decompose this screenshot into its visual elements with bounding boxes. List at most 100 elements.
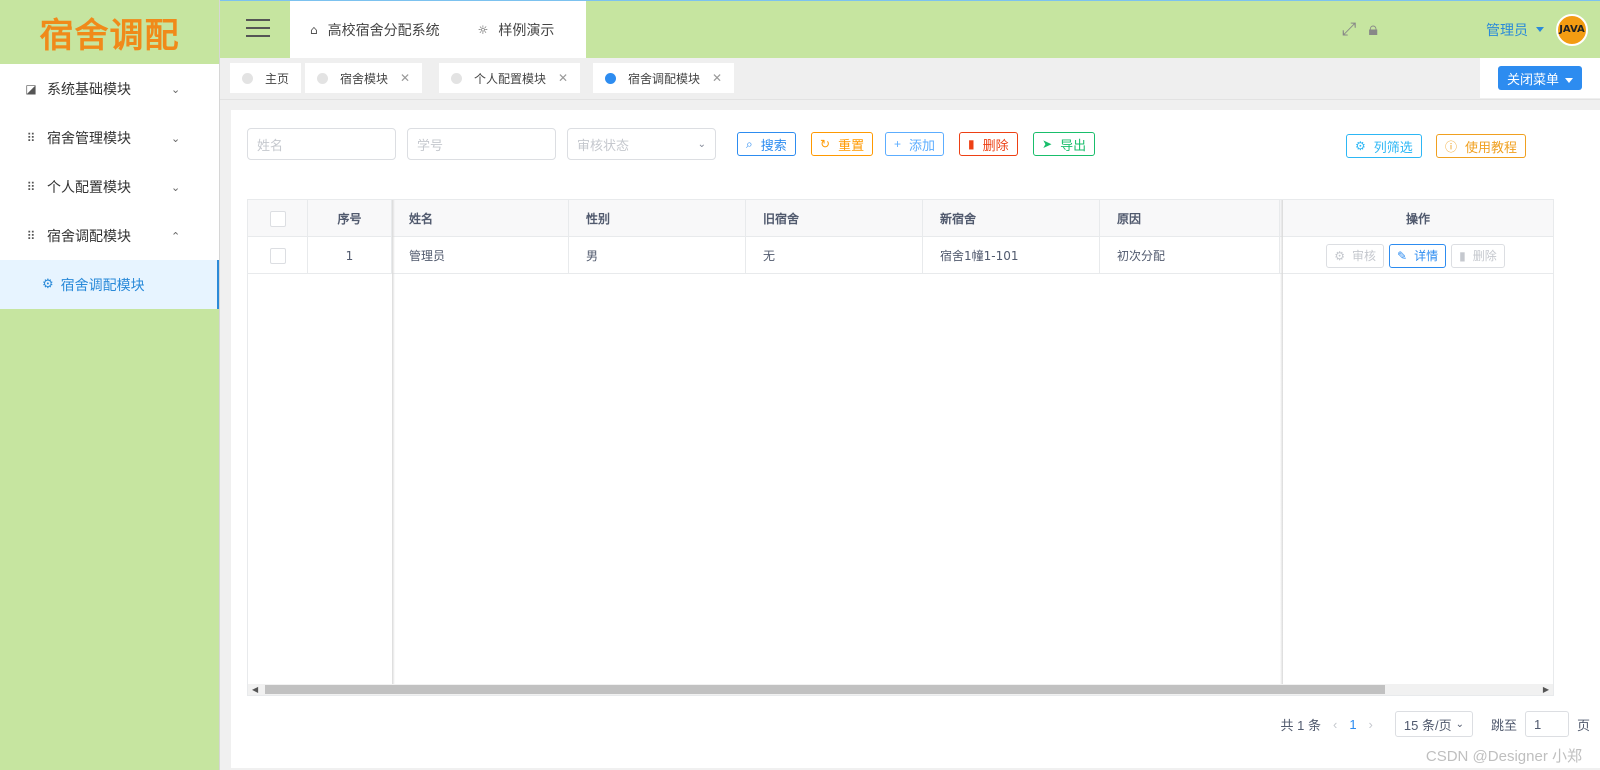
pagination: 共 1 条 ‹ 1 › 15 条/页 ⌄ 跳至 1 页 bbox=[1280, 710, 1590, 738]
cell-reason: 初次分配 bbox=[1100, 237, 1280, 274]
add-button[interactable]: + 添加 bbox=[885, 132, 945, 156]
col-reason[interactable]: 原因 bbox=[1100, 200, 1280, 237]
tab-dot-icon bbox=[317, 72, 328, 84]
page-size-select[interactable]: 15 条/页 ⌄ bbox=[1394, 711, 1473, 737]
fullscreen-icon[interactable]: ⤢ bbox=[1342, 19, 1356, 40]
page-tab-personal[interactable]: 个人配置模块 ✕ bbox=[439, 63, 581, 93]
status-select[interactable]: 审核状态 ⌄ bbox=[567, 128, 716, 160]
close-menu-wrap: 关闭菜单 bbox=[1480, 58, 1600, 98]
chevron-down-icon: ⌄ bbox=[697, 138, 706, 150]
cell-gender: 男 bbox=[569, 237, 746, 274]
chart-icon: ◪ bbox=[25, 81, 37, 96]
col-index[interactable]: 序号 bbox=[308, 200, 392, 237]
sidebar: 宿舍调配 ◪ 系统基础模块 ⌄ ⠿ 宿舍管理模块 ⌄ ⠿ 个人配置模块 ⌄ ⠿ … bbox=[0, 0, 220, 770]
trash-icon: ▮ bbox=[1459, 248, 1466, 263]
search-button[interactable]: ⌕ 搜索 bbox=[737, 132, 796, 156]
reset-button-label: 重置 bbox=[838, 137, 865, 153]
chevron-up-icon: ⌃ bbox=[171, 229, 181, 243]
select-all-checkbox[interactable] bbox=[269, 210, 286, 227]
delete-button[interactable]: ▮ 删除 bbox=[959, 132, 1018, 156]
sidebar-subitem-label: 宿舍调配模块 bbox=[60, 277, 145, 294]
chevron-down-icon: ⌄ bbox=[171, 131, 181, 145]
table-header: 序号 姓名 性别 旧宿舍 新宿舍 原因 操作 bbox=[248, 200, 1553, 237]
row-delete-button[interactable]: ▮ 删除 bbox=[1451, 243, 1505, 268]
app-logo: 宿舍调配 bbox=[39, 15, 180, 56]
caret-down-icon[interactable] bbox=[1536, 27, 1544, 32]
page-tab-label: 主页 bbox=[265, 71, 290, 86]
total-count: 共 1 条 bbox=[1280, 717, 1321, 733]
sidebar-item-dorm-adjust[interactable]: ⠿ 宿舍调配模块 ⌃ bbox=[0, 211, 219, 260]
close-menu-button[interactable]: 关闭菜单 bbox=[1497, 66, 1582, 90]
page-tab-home[interactable]: 主页 bbox=[230, 63, 302, 93]
menu-toggle-icon[interactable] bbox=[246, 19, 270, 37]
fixed-column-shadow bbox=[1280, 200, 1283, 686]
sidebar-item-label: 宿舍管理模块 bbox=[47, 130, 131, 147]
prev-page-icon[interactable]: ‹ bbox=[1333, 717, 1337, 732]
send-icon: ➤ bbox=[1042, 137, 1053, 151]
plus-icon: + bbox=[894, 137, 902, 151]
header-tab-label: 样例演示 bbox=[498, 22, 555, 39]
tutorial-button-label: 使用教程 bbox=[1465, 139, 1518, 155]
page-number-current[interactable]: 1 bbox=[1349, 717, 1356, 732]
cell-new-dorm: 宿舍1幢1-101 bbox=[923, 237, 1100, 274]
col-old-dorm[interactable]: 旧宿舍 bbox=[746, 200, 923, 237]
header-tab-label: 高校宿舍分配系统 bbox=[327, 22, 440, 39]
row-checkbox[interactable] bbox=[269, 247, 286, 264]
next-page-icon[interactable]: › bbox=[1369, 717, 1373, 732]
horizontal-scrollbar[interactable]: ◀ ▶ bbox=[248, 684, 1553, 695]
page-tab-adjust[interactable]: 宿舍调配模块 ✕ bbox=[593, 63, 735, 93]
scroll-left-icon[interactable]: ◀ bbox=[252, 684, 258, 695]
fixed-column-shadow bbox=[392, 200, 395, 686]
gear-icon: ⚙ bbox=[1355, 139, 1366, 153]
close-icon[interactable]: ✕ bbox=[400, 71, 410, 85]
column-filter-button[interactable]: ⚙ 列筛选 bbox=[1346, 134, 1422, 158]
header-right: ⤢ 🔒︎ 管理员 JAVA bbox=[1342, 1, 1600, 58]
status-select-placeholder: 审核状态 bbox=[577, 137, 630, 153]
tab-dot-icon bbox=[451, 72, 462, 84]
trash-icon: ▮ bbox=[968, 137, 975, 151]
lock-icon[interactable]: 🔒︎ bbox=[1368, 19, 1378, 40]
header-tab-demo[interactable]: ☼ 样例演示 bbox=[458, 20, 573, 40]
review-button[interactable]: ⚙ 审核 bbox=[1326, 243, 1385, 268]
detail-button[interactable]: ✎ 详情 bbox=[1389, 243, 1447, 268]
student-id-input[interactable]: 学号 bbox=[407, 128, 556, 160]
scrollbar-thumb[interactable] bbox=[265, 685, 1385, 694]
close-menu-label: 关闭菜单 bbox=[1506, 71, 1559, 87]
cell-actions: ⚙ 审核 ✎ 详情 ▮ 删除 bbox=[1283, 237, 1553, 274]
page-tab-dorm[interactable]: 宿舍模块 ✕ bbox=[305, 63, 423, 93]
col-gender[interactable]: 性别 bbox=[569, 200, 746, 237]
chevron-down-icon: ⌄ bbox=[171, 82, 181, 96]
sidebar-item-system[interactable]: ◪ 系统基础模块 ⌄ bbox=[0, 64, 219, 113]
header-tab-system[interactable]: ⌂ 高校宿舍分配系统 bbox=[290, 20, 458, 40]
col-name[interactable]: 姓名 bbox=[392, 200, 569, 237]
tutorial-button[interactable]: ⓘ 使用教程 bbox=[1436, 134, 1527, 158]
grid-icon: ⠿ bbox=[26, 130, 36, 145]
search-icon: ⌕ bbox=[746, 136, 753, 151]
cell-name: 管理员 bbox=[392, 237, 569, 274]
header-tabs: ⌂ 高校宿舍分配系统 ☼ 样例演示 bbox=[290, 1, 586, 58]
grid-icon: ⠿ bbox=[26, 228, 36, 243]
close-icon[interactable]: ✕ bbox=[712, 71, 722, 85]
content-card: 姓名 学号 审核状态 ⌄ ⌕ 搜索 ↻ 重置 + 添加 ▮ 删除 ➤ 导出 ⚙ … bbox=[231, 110, 1600, 768]
tab-dot-icon bbox=[605, 72, 616, 84]
sidebar-item-personal[interactable]: ⠿ 个人配置模块 ⌄ bbox=[0, 162, 219, 211]
page-tab-label: 个人配置模块 bbox=[474, 71, 547, 86]
cell-index: 1 bbox=[308, 237, 392, 274]
sidebar-item-dorm-manage[interactable]: ⠿ 宿舍管理模块 ⌄ bbox=[0, 113, 219, 162]
scroll-right-icon[interactable]: ▶ bbox=[1543, 684, 1549, 695]
export-button[interactable]: ➤ 导出 bbox=[1033, 132, 1096, 156]
close-icon[interactable]: ✕ bbox=[558, 71, 568, 85]
sidebar-subitem-dorm-adjust[interactable]: ⚙ 宿舍调配模块 bbox=[0, 260, 219, 309]
avatar[interactable]: JAVA bbox=[1556, 13, 1588, 46]
jump-label: 跳至 bbox=[1490, 717, 1517, 733]
export-button-label: 导出 bbox=[1060, 137, 1087, 153]
bulb-icon: ☼ bbox=[477, 22, 489, 37]
delete-button-label: 删除 bbox=[982, 137, 1009, 153]
user-menu[interactable]: 管理员 bbox=[1486, 20, 1528, 40]
col-new-dorm[interactable]: 新宿舍 bbox=[923, 200, 1100, 237]
reset-button[interactable]: ↻ 重置 bbox=[811, 132, 874, 156]
watermark: CSDN @Designer 小郑 bbox=[1425, 748, 1582, 765]
name-input[interactable]: 姓名 bbox=[247, 128, 396, 160]
jump-input[interactable]: 1 bbox=[1524, 711, 1569, 737]
page-tab-label: 宿舍模块 bbox=[340, 71, 389, 86]
